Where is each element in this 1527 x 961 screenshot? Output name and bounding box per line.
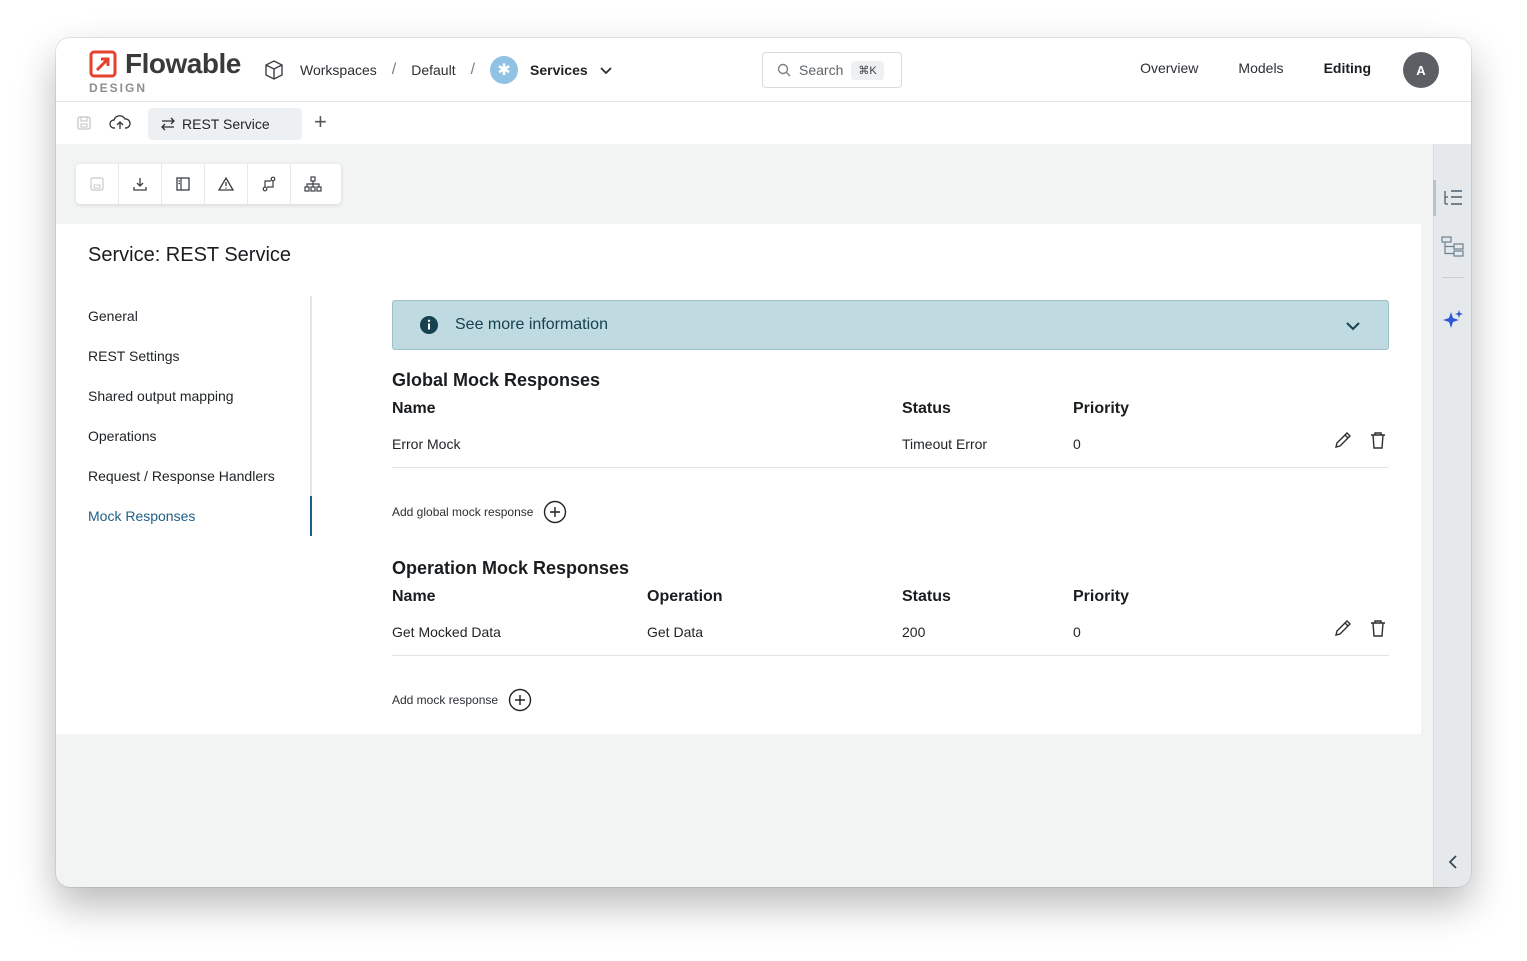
top-bar: Flowable DESIGN Workspaces / Default / ✱… — [56, 38, 1471, 102]
edit-pencil-icon[interactable] — [1333, 430, 1353, 450]
column-header-status: Status — [902, 400, 951, 417]
global-row-name: Error Mock — [392, 436, 461, 452]
info-banner-text: See more information — [455, 316, 608, 333]
save-all-icon[interactable] — [74, 113, 94, 133]
flow-path-icon[interactable] — [248, 164, 291, 204]
add-tab-icon[interactable]: + — [314, 111, 327, 133]
nav-item-mock-responses[interactable]: Mock Responses — [88, 496, 310, 536]
nav-models[interactable]: Models — [1238, 60, 1283, 76]
tree-structure-icon[interactable] — [1441, 234, 1465, 258]
column-header-name: Name — [392, 400, 436, 417]
plus-circle-icon — [544, 500, 567, 524]
nav-item-rest-settings[interactable]: REST Settings — [88, 336, 310, 376]
column-header-name: Name — [392, 588, 436, 605]
global-mock-title: Global Mock Responses — [392, 370, 601, 390]
editor-tabs-row: REST Service + — [56, 102, 1471, 144]
editor-toolbar — [76, 164, 341, 204]
chevron-down-icon[interactable] — [598, 62, 614, 78]
row-divider — [392, 655, 1389, 656]
column-header-priority: Priority — [1073, 400, 1130, 417]
services-asterisk-icon: ✱ — [490, 56, 519, 84]
right-rail — [1433, 144, 1471, 887]
top-nav: Overview Models Editing — [1140, 60, 1371, 76]
global-row-priority: 0 — [1073, 436, 1081, 452]
tab-rest-service[interactable]: REST Service — [148, 108, 302, 140]
info-icon — [420, 316, 438, 334]
ai-sparkle-icon[interactable] — [1441, 308, 1465, 332]
avatar[interactable]: A — [1403, 52, 1439, 88]
breadcrumb-default[interactable]: Default — [411, 62, 455, 78]
nav-item-general[interactable]: General — [88, 296, 310, 336]
plus-circle-icon — [508, 688, 532, 712]
operation-row-priority: 0 — [1073, 624, 1081, 640]
nav-overview[interactable]: Overview — [1140, 60, 1198, 76]
operation-row-status: 200 — [902, 624, 926, 640]
add-global-mock-label: Add global mock response — [392, 505, 534, 519]
nav-item-operations[interactable]: Operations — [88, 416, 310, 456]
nav-item-request-response-handlers[interactable]: Request / Response Handlers — [88, 456, 310, 496]
chevron-left-icon[interactable] — [1441, 850, 1465, 874]
operation-row-operation: Get Data — [647, 624, 704, 640]
add-mock-response-label: Add mock response — [392, 693, 499, 707]
global-row-status: Timeout Error — [902, 436, 988, 452]
warning-icon[interactable] — [205, 164, 248, 204]
breadcrumb: Workspaces / Default / ✱ Services — [262, 56, 614, 84]
outline-list-icon[interactable] — [1441, 186, 1465, 210]
page-title: Service: REST Service — [88, 244, 292, 266]
logo-text: Flowable — [125, 48, 241, 79]
operation-mock-title: Operation Mock Responses — [392, 558, 630, 578]
tab-label: REST Service — [182, 116, 270, 132]
delete-trash-icon[interactable] — [1368, 430, 1388, 450]
section-nav: General REST Settings Shared output mapp… — [88, 296, 312, 536]
active-nav-indicator — [310, 496, 312, 536]
swap-arrows-icon — [161, 117, 175, 131]
info-banner[interactable]: See more information — [392, 300, 1389, 350]
flowable-logo[interactable]: Flowable DESIGN — [89, 48, 249, 95]
app-window: Flowable DESIGN Workspaces / Default / ✱… — [56, 38, 1471, 887]
breadcrumb-separator: / — [470, 61, 476, 78]
service-editor-panel: Service: REST Service General REST Setti… — [56, 224, 1421, 734]
add-global-mock-button[interactable]: Add global mock response — [392, 500, 567, 524]
edit-pencil-icon[interactable] — [1333, 618, 1353, 638]
breadcrumb-separator: / — [391, 61, 397, 78]
breadcrumb-workspaces[interactable]: Workspaces — [300, 62, 377, 78]
download-icon[interactable] — [119, 164, 162, 204]
search-icon — [777, 63, 791, 77]
flowable-logo-icon — [89, 50, 117, 78]
column-header-operation: Operation — [647, 588, 723, 605]
chevron-down-icon[interactable] — [1344, 317, 1362, 335]
nav-editing[interactable]: Editing — [1324, 60, 1371, 76]
panel-layout-icon[interactable] — [162, 164, 205, 204]
rail-active-indicator — [1433, 180, 1436, 216]
row-divider — [392, 467, 1389, 468]
cloud-upload-icon[interactable] — [108, 113, 132, 133]
cube-icon — [262, 58, 286, 82]
search-input[interactable]: Search ⌘K — [762, 52, 902, 88]
logo-subtitle: DESIGN — [89, 81, 148, 95]
operation-row-name: Get Mocked Data — [392, 624, 501, 640]
search-shortcut: ⌘K — [851, 60, 884, 80]
breadcrumb-services[interactable]: Services — [530, 62, 588, 78]
nav-item-shared-output-mapping[interactable]: Shared output mapping — [88, 376, 310, 416]
rail-divider — [1442, 277, 1464, 278]
column-header-status: Status — [902, 588, 951, 605]
delete-trash-icon[interactable] — [1368, 618, 1388, 638]
column-header-priority: Priority — [1073, 588, 1130, 605]
add-mock-response-button[interactable]: Add mock response — [392, 688, 532, 712]
hierarchy-icon[interactable] — [291, 164, 334, 204]
search-placeholder: Search — [799, 62, 844, 78]
save-icon[interactable] — [76, 164, 119, 204]
